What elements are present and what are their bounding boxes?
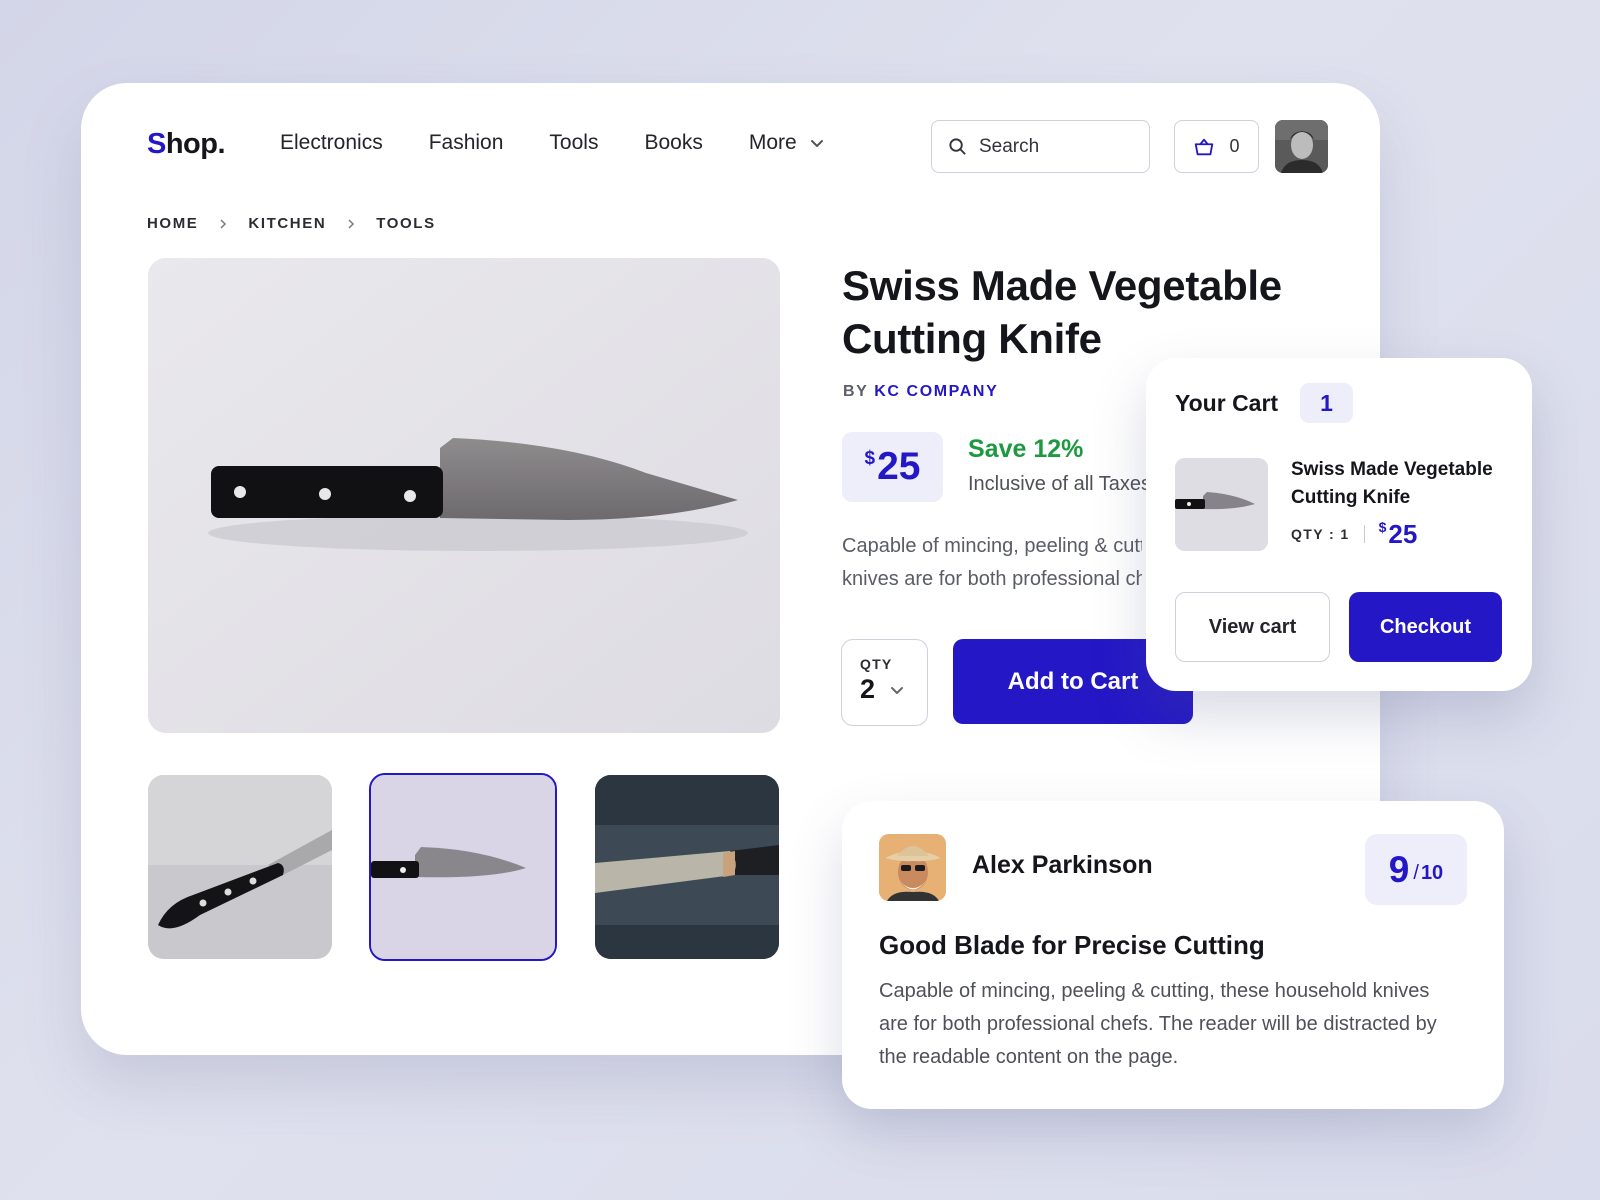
review-card: Alex Parkinson 9/10 Good Blade for Preci…: [842, 801, 1504, 1109]
brand-link[interactable]: KC COMPANY: [874, 383, 998, 400]
search-input[interactable]: [979, 135, 1129, 158]
product-main-image: [148, 258, 780, 733]
price-value: 25: [877, 445, 921, 488]
view-cart-button[interactable]: View cart: [1175, 592, 1330, 662]
nav-item-books[interactable]: Books: [644, 131, 702, 155]
cart-item-price: $25: [1378, 519, 1418, 549]
review-score-badge: 9/10: [1365, 834, 1467, 905]
cart-item-meta: QTY : 1 $25: [1291, 519, 1418, 549]
review-title: Good Blade for Precise Cutting: [879, 930, 1265, 960]
chevron-down-icon: [891, 686, 904, 694]
tax-note: Inclusive of all Taxes: [968, 473, 1148, 495]
product-brand: BY KC COMPANY: [843, 383, 999, 400]
reviewer-name: Alex Parkinson: [972, 851, 1153, 879]
price-badge: $25: [842, 432, 943, 502]
nav-item-electronics[interactable]: Electronics: [280, 131, 383, 155]
basket-icon: [1195, 138, 1214, 155]
chevron-right-icon: [346, 215, 356, 232]
cart-popup: Your Cart 1 Swiss Made Vegetable Cutting…: [1146, 358, 1532, 691]
product-thumbnail-1[interactable]: [148, 775, 332, 959]
breadcrumb: HOME KITCHEN TOOLS: [147, 215, 436, 232]
reviewer-avatar: [879, 834, 946, 901]
breadcrumb-tools[interactable]: TOOLS: [376, 215, 435, 232]
cart-item-name: Swiss Made Vegetable Cutting Knife: [1291, 459, 1493, 508]
chevron-right-icon: [218, 215, 228, 232]
quantity-selector[interactable]: QTY 2: [841, 639, 928, 726]
qty-value: 2: [860, 674, 927, 705]
breadcrumb-home[interactable]: HOME: [147, 215, 198, 232]
cart-popup-title: Your Cart: [1175, 390, 1279, 416]
breadcrumb-kitchen[interactable]: KITCHEN: [248, 215, 326, 232]
cart-item-count-badge: 1: [1300, 383, 1353, 423]
review-body: Capable of mincing, peeling & cutting, t…: [879, 980, 1437, 1068]
search-icon: [949, 138, 966, 155]
qty-label: QTY: [860, 656, 893, 672]
chevron-down-icon: [810, 140, 823, 147]
main-nav: Electronics Fashion Tools Books More: [280, 131, 871, 155]
product-thumbnail-3[interactable]: [595, 775, 779, 959]
cart-item-qty: QTY : 1: [1291, 526, 1350, 542]
product-description: Capable of mincing, peeling & cutting, k…: [842, 535, 1142, 590]
meta-divider: [1363, 525, 1365, 543]
search-box[interactable]: [931, 120, 1150, 173]
discount-text: Save 12%: [968, 435, 1084, 463]
nav-item-fashion[interactable]: Fashion: [429, 131, 504, 155]
shop-logo[interactable]: Shop.: [147, 128, 226, 161]
user-portrait: [1275, 120, 1328, 173]
cart-button[interactable]: 0: [1174, 120, 1259, 173]
user-avatar[interactable]: [1275, 120, 1328, 173]
nav-item-more[interactable]: More: [749, 131, 825, 155]
nav-item-tools[interactable]: Tools: [549, 131, 598, 155]
product-title: Swiss Made Vegetable Cutting Knife: [842, 262, 1282, 362]
cart-count: 0: [1229, 136, 1240, 156]
product-thumbnail-2-selected[interactable]: [369, 773, 557, 961]
cart-item-image: [1175, 458, 1268, 551]
nav-more-label: More: [748, 131, 797, 154]
checkout-button[interactable]: Checkout: [1349, 592, 1502, 662]
